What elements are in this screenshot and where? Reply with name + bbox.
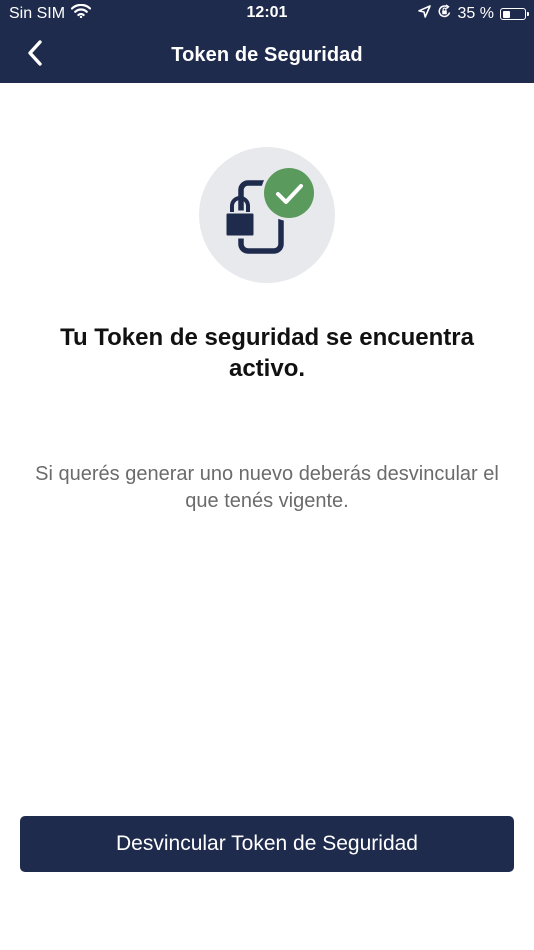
header: Sin SIM 12:01 35 % Token de Seguridad: [0, 0, 534, 83]
token-active-illustration: [199, 147, 335, 283]
battery-level: [502, 10, 510, 18]
battery-tip: [527, 12, 529, 16]
location-icon: [417, 5, 431, 23]
orientation-lock-icon: [437, 4, 452, 24]
status-bar: Sin SIM 12:01 35 %: [0, 0, 534, 28]
navbar: Token de Seguridad: [0, 28, 534, 83]
status-description: Si querés generar uno nuevo deberás desv…: [35, 463, 499, 512]
battery-percent: 35 %: [457, 5, 494, 22]
page-title: Token de Seguridad: [171, 44, 363, 66]
battery-icon: [500, 8, 529, 20]
check-icon: [261, 165, 317, 221]
unlink-token-button[interactable]: Desvincular Token de Seguridad: [20, 816, 514, 872]
status-heading: Tu Token de seguridad se encuentra activ…: [60, 324, 474, 382]
status-bar-right: 35 %: [417, 4, 529, 24]
